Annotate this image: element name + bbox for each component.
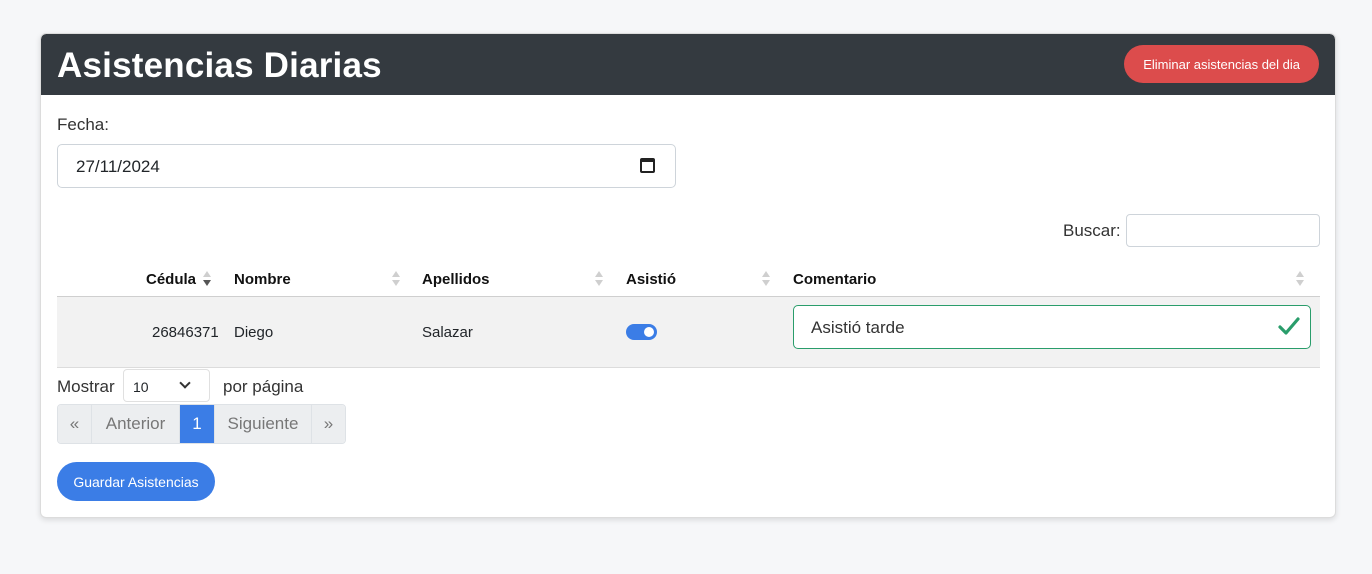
length-label-after: por página <box>223 377 304 396</box>
date-input[interactable]: 27/11/2024 <box>57 144 676 188</box>
check-icon <box>1278 317 1300 335</box>
cell-apellidos: Salazar <box>422 324 473 341</box>
length-label-before: Mostrar <box>57 377 115 396</box>
search-input[interactable] <box>1126 214 1320 247</box>
sort-icon[interactable] <box>203 271 211 287</box>
chevron-down-icon <box>179 377 191 389</box>
card-header: Asistencias Diarias Eliminar asistencias… <box>41 34 1335 95</box>
sort-icon[interactable] <box>762 271 770 287</box>
attendance-toggle[interactable] <box>626 324 657 340</box>
column-header-apellidos[interactable]: Apellidos <box>422 271 490 288</box>
table-header: Cédula Nombre Apellidos Asistió Comentar… <box>57 262 1320 297</box>
comment-input[interactable]: Asistió tarde <box>793 305 1311 349</box>
save-attendance-button[interactable]: Guardar Asistencias <box>57 462 215 501</box>
date-value: 27/11/2024 <box>76 157 160 176</box>
page-length-value: 10 <box>133 379 149 395</box>
delete-attendance-button[interactable]: Eliminar asistencias del dia <box>1124 45 1319 83</box>
cell-cedula: 26846371 <box>152 324 219 341</box>
pagination: « Anterior 1 Siguiente » <box>57 404 346 444</box>
pagination-previous[interactable]: Anterior <box>92 405 180 443</box>
toggle-knob <box>644 327 654 337</box>
page-title: Asistencias Diarias <box>57 46 382 85</box>
calendar-icon[interactable] <box>640 158 655 173</box>
search-label: Buscar: <box>1063 221 1121 240</box>
attendance-card: Asistencias Diarias Eliminar asistencias… <box>40 33 1336 518</box>
cell-nombre: Diego <box>234 324 274 341</box>
pagination-last[interactable]: » <box>312 405 345 443</box>
comment-value: Asistió tarde <box>811 318 905 337</box>
date-label: Fecha: <box>57 115 109 134</box>
attendance-table: Cédula Nombre Apellidos Asistió Comentar… <box>57 262 1320 368</box>
table-row: 26846371 Diego Salazar Asistió tarde <box>57 297 1320 368</box>
sort-icon[interactable] <box>1296 271 1304 287</box>
pagination-page-1[interactable]: 1 <box>180 405 215 443</box>
column-header-nombre[interactable]: Nombre <box>234 271 291 288</box>
pagination-first[interactable]: « <box>58 405 92 443</box>
page-length-select[interactable]: 10 <box>123 369 210 402</box>
sort-icon[interactable] <box>595 271 603 287</box>
column-header-asistio[interactable]: Asistió <box>626 271 676 288</box>
column-header-cedula[interactable]: Cédula <box>146 271 196 288</box>
sort-icon[interactable] <box>392 271 400 287</box>
column-header-comentario[interactable]: Comentario <box>793 271 876 288</box>
pagination-next[interactable]: Siguiente <box>215 405 312 443</box>
